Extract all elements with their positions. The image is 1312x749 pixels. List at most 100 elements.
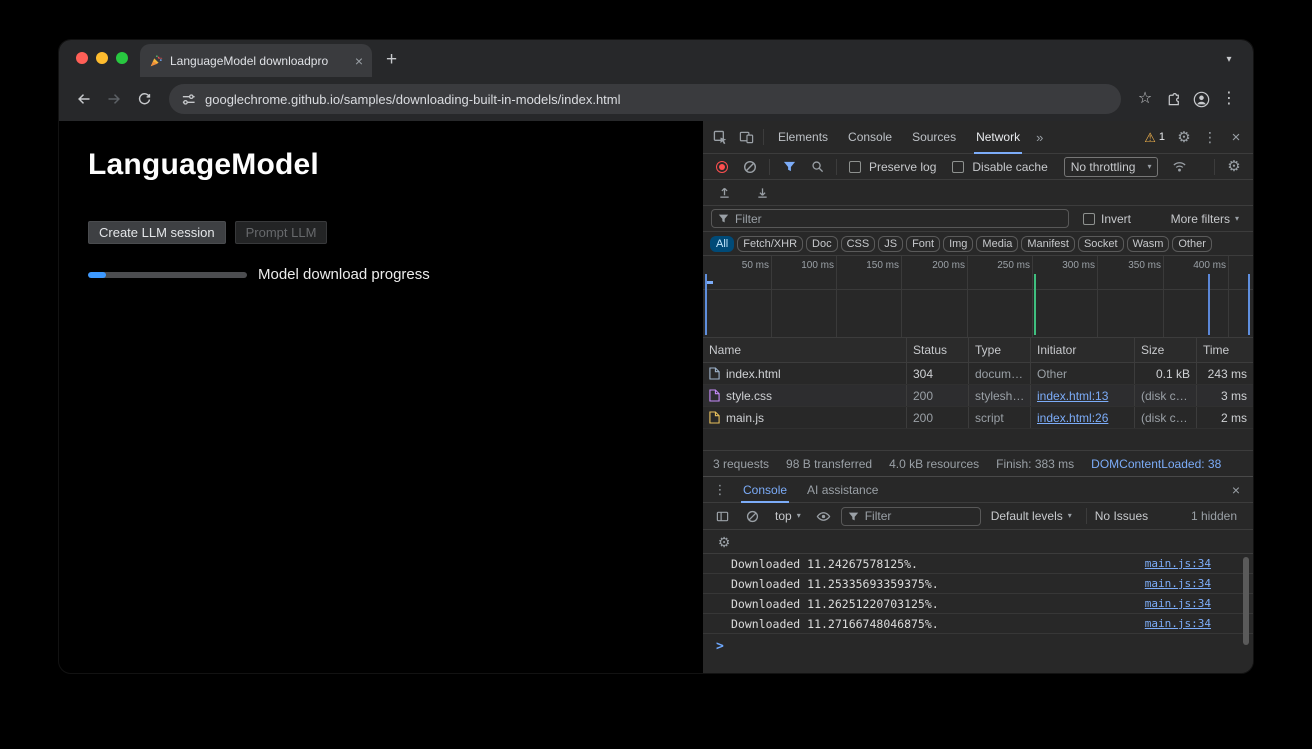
search-icon[interactable] [804, 154, 830, 180]
site-settings-icon[interactable] [181, 92, 196, 107]
browser-menu-icon[interactable]: ⋮ [1215, 85, 1243, 113]
divider [769, 159, 770, 175]
console-messages: Downloaded 11.24267578125%. main.js:34 D… [703, 554, 1253, 634]
bookmark-star-icon[interactable]: ☆ [1131, 85, 1159, 113]
column-size[interactable]: Size [1135, 338, 1197, 362]
message-source-link[interactable]: main.js:34 [1145, 597, 1211, 610]
chip-all[interactable]: All [710, 236, 734, 252]
finish-time: Finish: 383 ms [996, 457, 1074, 471]
console-filter-input[interactable]: Filter [841, 507, 981, 526]
new-tab-button[interactable]: + [386, 50, 397, 69]
live-expression-eye-icon[interactable] [811, 503, 837, 529]
address-bar[interactable]: googlechrome.github.io/samples/downloadi… [169, 84, 1121, 114]
console-prompt[interactable]: > [703, 634, 1253, 658]
chip-img[interactable]: Img [943, 236, 973, 252]
clear-network-log-icon[interactable] [737, 154, 763, 180]
drawer-close-icon[interactable]: × [1223, 477, 1249, 503]
message-source-link[interactable]: main.js:34 [1145, 577, 1211, 590]
request-status: 200 [907, 385, 969, 406]
disable-cache-checkbox[interactable] [952, 161, 964, 173]
more-panels-icon[interactable]: » [1030, 131, 1049, 144]
preserve-log-checkbox[interactable] [849, 161, 861, 173]
create-llm-session-button[interactable]: Create LLM session [88, 221, 226, 244]
column-initiator[interactable]: Initiator [1031, 338, 1135, 362]
tab-close-icon[interactable]: × [355, 54, 363, 68]
clear-console-icon[interactable] [739, 503, 765, 529]
drawer-menu-icon[interactable]: ⋮ [707, 477, 733, 503]
message-text: Downloaded 11.27166748046875%. [731, 617, 1145, 631]
network-filter-input[interactable]: Filter [711, 209, 1069, 228]
chip-media[interactable]: Media [976, 236, 1018, 252]
no-issues-label[interactable]: No Issues [1095, 509, 1148, 523]
back-button[interactable] [69, 84, 99, 114]
message-text: Downloaded 11.26251220703125%. [731, 597, 1145, 611]
devtools-settings-icon[interactable]: ⚙ [1171, 124, 1197, 150]
devtools-close-icon[interactable]: × [1223, 124, 1249, 150]
invert-checkbox[interactable] [1083, 213, 1095, 225]
column-status[interactable]: Status [907, 338, 969, 362]
tab-elements[interactable]: Elements [768, 121, 838, 153]
chip-other[interactable]: Other [1172, 236, 1212, 252]
message-source-link[interactable]: main.js:34 [1145, 557, 1211, 570]
initiator-link[interactable]: index.html:26 [1037, 411, 1108, 425]
request-time: 2 ms [1197, 407, 1253, 428]
hidden-messages-count[interactable]: 1 hidden [1191, 509, 1247, 523]
close-window-button[interactable] [76, 52, 88, 64]
chip-doc[interactable]: Doc [806, 236, 838, 252]
chip-css[interactable]: CSS [841, 236, 876, 252]
tab-search-icon[interactable]: ▾ [1220, 51, 1238, 69]
browser-tab[interactable]: LanguageModel downloadpro × [140, 44, 372, 77]
console-sidebar-icon[interactable] [709, 503, 735, 529]
chip-fetch-xhr[interactable]: Fetch/XHR [737, 236, 803, 252]
log-levels-select[interactable]: Default levels ▾ [985, 509, 1078, 523]
profile-avatar-icon[interactable] [1187, 85, 1215, 113]
initiator-link[interactable]: index.html:13 [1037, 389, 1108, 403]
filter-toggle-icon[interactable] [776, 154, 802, 180]
network-overview-timeline[interactable]: 50 ms 100 ms 150 ms 200 ms 250 ms 300 ms… [703, 256, 1253, 338]
record-network-log-button[interactable] [716, 161, 728, 173]
issues-warning-badge[interactable]: ⚠ 1 [1138, 131, 1171, 144]
console-settings-gear-icon[interactable]: ⚙ [711, 529, 737, 555]
chip-manifest[interactable]: Manifest [1021, 236, 1075, 252]
fullscreen-window-button[interactable] [116, 52, 128, 64]
inspect-element-icon[interactable] [707, 124, 733, 150]
warning-count: 1 [1159, 131, 1165, 143]
more-filters-button[interactable]: More filters ▾ [1171, 212, 1245, 226]
import-har-icon[interactable] [711, 180, 737, 206]
drawer-tab-ai-assistance[interactable]: AI assistance [797, 477, 888, 502]
chip-font[interactable]: Font [906, 236, 940, 252]
throttling-select[interactable]: No throttling ▾ [1064, 157, 1159, 177]
table-row[interactable]: index.html 304 docum… Other 0.1 kB 243 m… [703, 363, 1253, 385]
drawer-tab-console[interactable]: Console [733, 477, 797, 502]
extensions-icon[interactable] [1159, 85, 1187, 113]
console-context-select[interactable]: top ▾ [769, 509, 807, 523]
console-scrollbar[interactable] [1243, 557, 1249, 645]
console-message[interactable]: Downloaded 11.27166748046875%. main.js:3… [703, 614, 1253, 634]
message-source-link[interactable]: main.js:34 [1145, 617, 1211, 630]
column-name[interactable]: Name [703, 338, 907, 362]
levels-value: Default levels [991, 509, 1063, 523]
column-time[interactable]: Time [1197, 338, 1253, 362]
prompt-llm-button: Prompt LLM [235, 221, 328, 244]
progress-label: Model download progress [258, 266, 430, 283]
network-settings-icon[interactable]: ⚙ [1221, 154, 1247, 180]
table-row[interactable]: main.js 200 script index.html:26 (disk c… [703, 407, 1253, 429]
device-toolbar-icon[interactable] [733, 124, 759, 150]
tab-sources[interactable]: Sources [902, 121, 966, 153]
console-message[interactable]: Downloaded 11.26251220703125%. main.js:3… [703, 594, 1253, 614]
chip-socket[interactable]: Socket [1078, 236, 1124, 252]
reload-button[interactable] [129, 84, 159, 114]
network-conditions-icon[interactable] [1166, 154, 1192, 180]
tab-network[interactable]: Network [966, 121, 1030, 153]
console-message[interactable]: Downloaded 11.24267578125%. main.js:34 [703, 554, 1253, 574]
column-type[interactable]: Type [969, 338, 1031, 362]
table-row[interactable]: style.css 200 stylesh… index.html:13 (di… [703, 385, 1253, 407]
chip-js[interactable]: JS [878, 236, 903, 252]
chip-wasm[interactable]: Wasm [1127, 236, 1170, 252]
forward-button[interactable] [99, 84, 129, 114]
minimize-window-button[interactable] [96, 52, 108, 64]
devtools-menu-icon[interactable]: ⋮ [1197, 124, 1223, 150]
tab-console[interactable]: Console [838, 121, 902, 153]
export-har-icon[interactable] [749, 180, 775, 206]
console-message[interactable]: Downloaded 11.25335693359375%. main.js:3… [703, 574, 1253, 594]
